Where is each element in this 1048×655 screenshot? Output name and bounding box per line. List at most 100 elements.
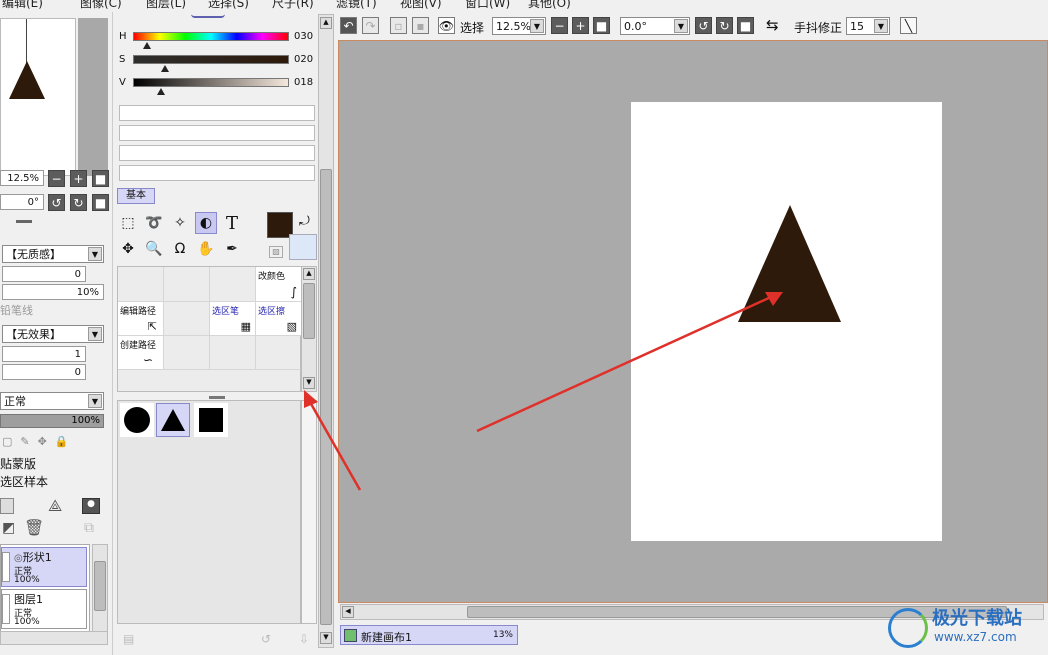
mixer-slider-4[interactable] bbox=[119, 165, 315, 181]
magic-wand-tool-icon[interactable]: ✧ bbox=[169, 212, 191, 234]
tab-basic[interactable]: 基本 bbox=[117, 188, 155, 204]
shape-circle[interactable] bbox=[120, 403, 154, 437]
zoom-out-button[interactable]: − bbox=[48, 170, 65, 187]
shape-square[interactable] bbox=[194, 403, 228, 437]
panel-divider-grip[interactable] bbox=[16, 220, 32, 223]
menu-layer[interactable]: 图层(L) bbox=[146, 0, 186, 11]
redo-button[interactable]: ↷ bbox=[362, 17, 379, 34]
menu-other[interactable]: 其他(O) bbox=[528, 0, 571, 11]
toolbar-zoom-out-button[interactable]: − bbox=[551, 17, 568, 34]
subtool-edit-path[interactable]: 编辑路径 ⇱ bbox=[118, 302, 164, 336]
refresh-icon[interactable]: ↺ bbox=[261, 632, 271, 646]
swap-colors-icon[interactable]: ⤾ bbox=[299, 214, 310, 229]
texture-select[interactable]: 【无质感】 ▼ bbox=[2, 245, 104, 263]
scroll-thumb[interactable] bbox=[303, 283, 315, 339]
texture-value-field[interactable]: 0 bbox=[2, 266, 86, 282]
layer-hscrollbar[interactable] bbox=[0, 631, 108, 645]
lock-move-icon[interactable]: ✥ bbox=[38, 435, 47, 451]
toolbar-rotate-reset-button[interactable]: ■ bbox=[737, 17, 754, 34]
toolbar-rotate-right-button[interactable]: ↻ bbox=[716, 17, 733, 34]
menu-view[interactable]: 视图(V) bbox=[400, 0, 442, 11]
zoom-tool-icon[interactable]: 🔍 bbox=[143, 238, 165, 260]
subtool-selection-eraser[interactable]: 选区擦 ▧ bbox=[256, 302, 302, 336]
eye-icon[interactable]: 👁 bbox=[438, 17, 455, 34]
new-vector-layer-icon[interactable]: ⟁ bbox=[48, 496, 62, 516]
scroll-up-icon[interactable]: ▲ bbox=[303, 268, 315, 280]
zoom-select[interactable]: 12.5% ▼ bbox=[492, 17, 546, 35]
value-marker[interactable] bbox=[157, 88, 165, 95]
toolbar-zoom-in-button[interactable]: + bbox=[572, 17, 589, 34]
lock-transparency-icon[interactable]: ▢ bbox=[2, 435, 12, 451]
new-set-icon[interactable]: ▤ bbox=[123, 632, 134, 646]
blend-mode-select[interactable]: 正常 ▼ bbox=[0, 392, 104, 410]
layer-mask-icon[interactable]: ● bbox=[82, 498, 100, 514]
navigator-preview[interactable] bbox=[0, 18, 76, 176]
eyedropper-tool-icon[interactable]: ✒ bbox=[221, 238, 243, 260]
transparent-color-icon[interactable]: ▨ bbox=[269, 246, 283, 258]
canvas-viewport[interactable] bbox=[338, 40, 1048, 603]
text-tool-icon[interactable]: T bbox=[221, 212, 243, 234]
mixer-slider-2[interactable] bbox=[119, 125, 315, 141]
saturation-slider[interactable] bbox=[133, 55, 289, 64]
rotate-reset-button[interactable]: ■ bbox=[92, 194, 109, 211]
background-color-swatch[interactable] bbox=[289, 234, 317, 260]
menu-ruler[interactable]: 尺子(R) bbox=[272, 0, 314, 11]
mixer-slider-1[interactable] bbox=[119, 105, 315, 121]
subtool-create-path[interactable]: 创建路径 ∽ bbox=[118, 336, 164, 370]
clipping-label[interactable]: 贴蒙版 bbox=[0, 455, 36, 472]
zoom-reset-button[interactable]: ■ bbox=[92, 170, 109, 187]
lock-all-icon[interactable]: 🔒 bbox=[55, 435, 69, 451]
subtool-selection-pen[interactable]: 选区笔 ▦ bbox=[210, 302, 256, 336]
new-layer-icon[interactable] bbox=[0, 498, 14, 514]
menu-edit[interactable]: 编辑(E) bbox=[2, 0, 43, 11]
layer-row-layer1[interactable]: 图层1 正常 100% bbox=[1, 589, 87, 629]
navigator-zoom-field[interactable]: 12.5% bbox=[0, 170, 44, 186]
selection-source-label[interactable]: 选区样本 bbox=[0, 473, 48, 490]
invert-selection-button[interactable]: ▪ bbox=[412, 17, 429, 34]
shape-tool-icon[interactable]: ◐ bbox=[195, 212, 217, 234]
navigator-scrollbar[interactable] bbox=[78, 18, 108, 176]
navigator-angle-field[interactable]: 0° bbox=[0, 194, 44, 210]
value-slider[interactable] bbox=[133, 78, 289, 87]
subtool-scrollbar[interactable]: ▲ ▼ bbox=[301, 266, 317, 392]
hand-tool-icon[interactable]: ✋ bbox=[195, 238, 217, 260]
scroll-left-icon[interactable]: ◀ bbox=[342, 606, 354, 618]
effect-value-field-2[interactable]: 0 bbox=[2, 364, 86, 380]
rotate-tool-icon[interactable]: Ω bbox=[169, 238, 191, 260]
stabilizer-select[interactable]: 15 ▼ bbox=[846, 17, 890, 35]
panel-divider-grip[interactable] bbox=[209, 396, 225, 399]
scroll-up-icon[interactable]: ▲ bbox=[320, 17, 332, 29]
rect-select-tool-icon[interactable]: ⬚ bbox=[117, 212, 139, 234]
menu-image[interactable]: 图像(C) bbox=[80, 0, 122, 11]
panel-scrollbar[interactable]: ▲ ▼ bbox=[318, 14, 334, 648]
hue-slider[interactable] bbox=[133, 32, 289, 41]
undo-button[interactable]: ↶ bbox=[340, 17, 357, 34]
mixer-slider-3[interactable] bbox=[119, 145, 315, 161]
subtool-change-color[interactable]: 改颜色 ∫ bbox=[256, 267, 302, 302]
zoom-in-button[interactable]: + bbox=[70, 170, 87, 187]
menu-select[interactable]: 选择(S) bbox=[208, 0, 249, 11]
rotate-left-button[interactable]: ↺ bbox=[48, 194, 65, 211]
save-icon[interactable]: ⇩ bbox=[299, 632, 309, 646]
merge-layer-icon[interactable]: ⧉ bbox=[84, 520, 94, 536]
flip-horizontal-icon[interactable]: ⇆ bbox=[766, 16, 779, 34]
layer-list-scrollbar[interactable] bbox=[92, 544, 108, 640]
move-tool-icon[interactable]: ✥ bbox=[117, 238, 139, 260]
effect-value-field-1[interactable]: 1 bbox=[2, 346, 86, 362]
effect-select[interactable]: 【无效果】 ▼ bbox=[2, 325, 104, 343]
menu-window[interactable]: 窗口(W) bbox=[465, 0, 510, 11]
canvas-tab[interactable]: 新建画布1 13% bbox=[340, 625, 518, 645]
lasso-tool-icon[interactable]: ➰ bbox=[143, 212, 165, 234]
rotation-select[interactable]: 0.0° ▼ bbox=[620, 17, 690, 35]
menu-filter[interactable]: 滤镜(T) bbox=[336, 0, 377, 11]
scroll-thumb[interactable] bbox=[94, 561, 106, 611]
rotate-right-button[interactable]: ↻ bbox=[70, 194, 87, 211]
delete-layer-icon[interactable]: 🗑 bbox=[24, 518, 44, 537]
saturation-marker[interactable] bbox=[161, 65, 169, 72]
straight-line-button[interactable]: ╲ bbox=[900, 17, 917, 34]
shape-triangle[interactable] bbox=[156, 403, 190, 437]
toolbar-rotate-left-button[interactable]: ↺ bbox=[695, 17, 712, 34]
clear-layer-icon[interactable]: ◩ bbox=[2, 520, 15, 536]
opacity-bar[interactable]: 100% bbox=[0, 414, 104, 428]
lock-draw-icon[interactable]: ✎ bbox=[20, 435, 29, 451]
